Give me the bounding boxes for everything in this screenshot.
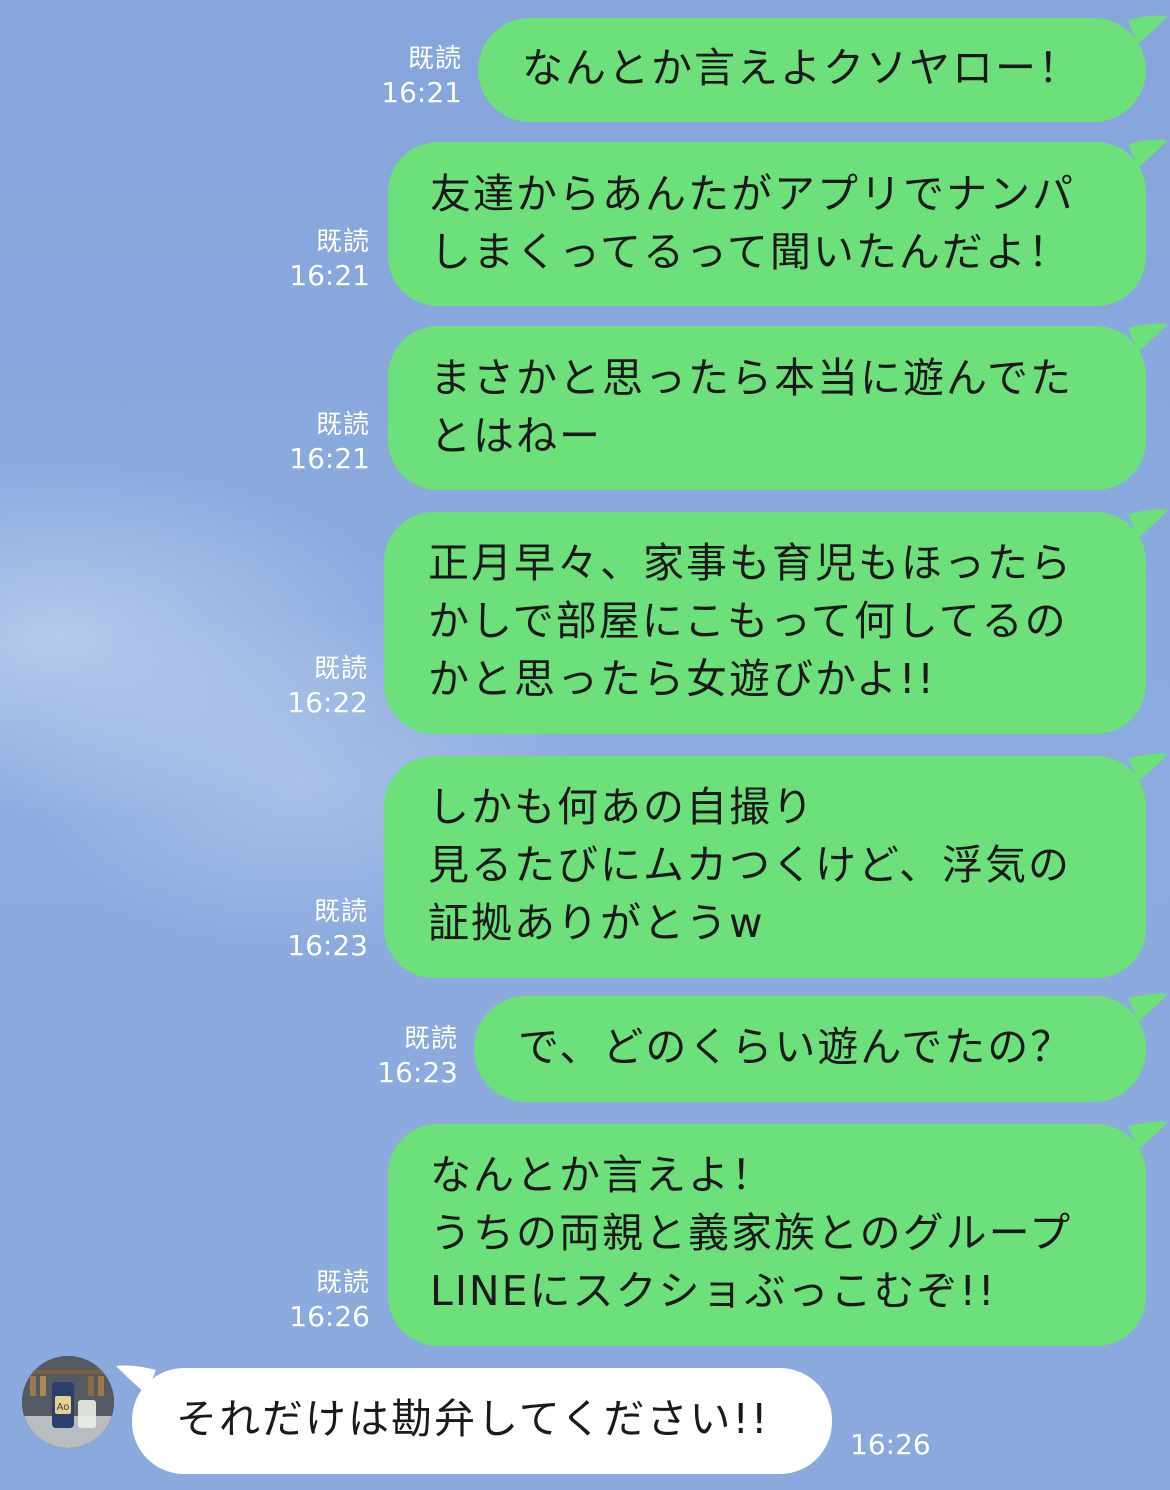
read-receipt: 既読	[403, 1024, 458, 1054]
bubble-tail	[1128, 993, 1168, 1022]
timestamp: 16:26	[289, 1300, 370, 1333]
bubble-tail	[1128, 1121, 1168, 1150]
read-receipt: 既読	[315, 410, 370, 440]
bubble-tail	[1128, 753, 1168, 782]
chat-area: 既読 16:21 なんとか言えよクソヤロー！ 既読 16:21 友達からあんたが…	[0, 0, 1170, 1490]
timestamp: 16:23	[287, 929, 368, 962]
avatar[interactable]: Ao	[22, 1356, 114, 1448]
message-meta: 既読 16:21	[278, 408, 370, 476]
avatar-photo-icon: Ao	[22, 1356, 114, 1448]
svg-text:Ao: Ao	[57, 1402, 70, 1413]
message-bubble[interactable]: なんとか言えよクソヤロー！	[478, 18, 1146, 122]
bubble-tail	[1128, 15, 1168, 44]
timestamp: 16:22	[287, 686, 368, 719]
timestamp: 16:23	[377, 1056, 458, 1089]
timestamp: 16:21	[289, 259, 370, 292]
read-receipt: 既読	[315, 1268, 370, 1298]
bubble-tail	[1128, 139, 1168, 168]
timestamp: 16:26	[850, 1428, 931, 1461]
message-bubble[interactable]: しかも何あの自撮り 見るたびにムカつくけど、浮気の 証拠ありがとうw	[384, 756, 1146, 978]
bubble-tail	[116, 1365, 156, 1394]
message-bubble[interactable]: で、どのくらい遊んでたの？	[474, 996, 1146, 1102]
message-meta: 既読 16:22	[276, 652, 368, 720]
message-meta: 既読 16:26	[278, 1266, 370, 1334]
message-bubble[interactable]: 友達からあんたがアプリでナンパ しまくってるって聞いたんだよ！	[388, 142, 1146, 306]
read-receipt: 既読	[313, 654, 368, 684]
bubble-tail	[1128, 509, 1168, 538]
message-bubble[interactable]: なんとか言えよ！ うちの両親と義家族とのグループ LINEにスクショぶっこむぞ!…	[388, 1124, 1146, 1346]
message-bubble[interactable]: それだけは勘弁してください!!	[132, 1368, 832, 1474]
read-receipt: 既読	[407, 44, 462, 74]
read-receipt: 既読	[315, 227, 370, 257]
timestamp: 16:21	[381, 76, 462, 109]
timestamp: 16:21	[289, 442, 370, 475]
message-meta: 既読 16:21	[278, 225, 370, 293]
message-bubble[interactable]: 正月早々、家事も育児もほったら かしで部屋にこもって何してるの かと思ったら女遊…	[384, 512, 1146, 734]
message-meta: 既読 16:23	[276, 895, 368, 963]
read-receipt: 既読	[313, 897, 368, 927]
message-bubble[interactable]: まさかと思ったら本当に遊んでた とはねー	[388, 326, 1146, 490]
message-meta: 既読 16:21	[370, 42, 462, 110]
message-meta: 既読 16:23	[366, 1022, 458, 1090]
bubble-tail	[1128, 323, 1168, 352]
